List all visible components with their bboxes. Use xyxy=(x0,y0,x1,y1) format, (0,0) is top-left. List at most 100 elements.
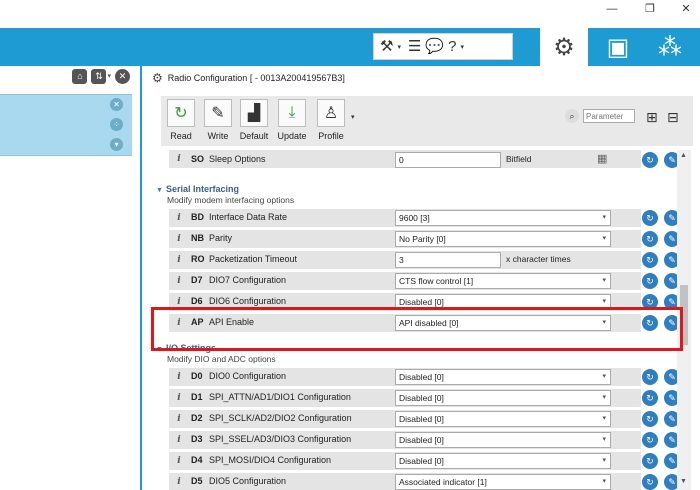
d4-select[interactable]: Disabled [0] ▾ xyxy=(395,453,611,469)
chevron-down-icon: ▾ xyxy=(602,214,606,221)
read-button[interactable]: ↻ Read xyxy=(164,99,198,141)
tools-icon[interactable]: ⚒ xyxy=(380,39,393,54)
info-icon[interactable]: i xyxy=(173,392,185,404)
chevron-down-icon[interactable]: ▾ xyxy=(110,138,123,151)
info-icon[interactable]: i xyxy=(173,434,185,446)
info-icon[interactable]: i xyxy=(173,476,185,488)
section-description: Modify DIO and ADC options xyxy=(167,354,276,364)
d5-value: Associated indicator [1] xyxy=(399,477,487,487)
scrollbar-thumb[interactable] xyxy=(680,285,688,345)
so-value: 0 xyxy=(399,155,404,165)
nb-select[interactable]: No Parity [0] ▾ xyxy=(395,231,611,247)
refresh-setting-icon[interactable]: ↻ xyxy=(642,390,658,406)
scroll-down-icon[interactable]: ▼ xyxy=(680,478,687,485)
network-icon[interactable]: ⁘ xyxy=(110,118,123,131)
d2-select[interactable]: Disabled [0] ▾ xyxy=(395,411,611,427)
d6-select[interactable]: Disabled [0] ▾ xyxy=(395,294,611,310)
refresh-setting-icon[interactable]: ↻ xyxy=(642,273,658,289)
person-icon: ♙ xyxy=(317,99,345,127)
info-icon[interactable]: i xyxy=(173,275,185,287)
default-button[interactable]: ▟ Default xyxy=(237,99,271,141)
info-icon[interactable]: i xyxy=(173,413,185,425)
refresh-setting-icon[interactable]: ↻ xyxy=(642,369,658,385)
refresh-setting-icon[interactable]: ↻ xyxy=(642,453,658,469)
setting-code: AP xyxy=(191,317,204,327)
collapse-triangle-icon[interactable]: ▼ xyxy=(156,346,163,353)
refresh-setting-icon[interactable]: ↻ xyxy=(642,294,658,310)
chevron-down-icon: ▾ xyxy=(602,235,606,242)
network-mode-button[interactable]: ⁂ xyxy=(646,28,694,66)
d1-select[interactable]: Disabled [0] ▾ xyxy=(395,390,611,406)
chevron-down-icon[interactable]: ▾ xyxy=(107,72,111,80)
collapse-triangle-icon[interactable]: ▼ xyxy=(156,187,163,194)
info-icon[interactable]: i xyxy=(173,254,185,266)
update-button[interactable]: ⤓ Update xyxy=(275,99,309,141)
discover-devices-icon[interactable]: ⌂ xyxy=(72,68,88,84)
close-button[interactable]: ✕ xyxy=(674,2,698,18)
refresh-setting-icon[interactable]: ↻ xyxy=(642,152,658,168)
info-icon[interactable]: i xyxy=(173,153,185,165)
d7-select[interactable]: CTS flow control [1] ▾ xyxy=(395,273,611,289)
refresh-setting-icon[interactable]: ↻ xyxy=(642,252,658,268)
ro-value-input[interactable]: 3 xyxy=(395,252,501,268)
refresh-setting-icon[interactable]: ↻ xyxy=(642,411,658,427)
write-button[interactable]: ✎ Write xyxy=(201,99,235,141)
ap-select[interactable]: API disabled [0] ▾ xyxy=(395,315,611,331)
d6-value: Disabled [0] xyxy=(399,297,444,307)
sort-icon[interactable]: ⇅ xyxy=(91,68,107,84)
console-list-icon[interactable]: ☰ xyxy=(408,39,421,54)
chat-icon[interactable]: 💬 xyxy=(425,39,444,54)
ro-value: 3 xyxy=(399,255,404,265)
so-value-input[interactable]: 0 xyxy=(395,152,501,168)
setting-name: Parity xyxy=(209,233,233,243)
write-label: Write xyxy=(207,131,229,141)
setting-name: SPI_SCLK/AD2/DIO2 Configuration xyxy=(209,413,352,423)
collapse-all-icon[interactable]: ⊟ xyxy=(667,109,679,126)
refresh-setting-icon[interactable]: ↻ xyxy=(642,210,658,226)
chevron-down-icon: ▾ xyxy=(602,415,606,422)
info-icon[interactable]: i xyxy=(173,317,185,329)
section-title: Serial Interfacing xyxy=(165,184,239,194)
info-icon[interactable]: i xyxy=(173,212,185,224)
section-io-settings[interactable]: ▼ I/O Settings xyxy=(156,343,216,353)
setting-name: DIO6 Configuration xyxy=(209,296,287,306)
settings-list: i SO Sleep Options 0 Bitfield ▦ ▼ Serial … xyxy=(152,150,682,490)
chevron-down-icon: ▾ xyxy=(602,319,606,326)
refresh-setting-icon[interactable]: ↻ xyxy=(642,231,658,247)
refresh-setting-icon[interactable]: ↻ xyxy=(642,315,658,331)
info-icon[interactable]: i xyxy=(173,296,185,308)
info-icon[interactable]: i xyxy=(173,455,185,467)
search-input[interactable] xyxy=(583,109,635,123)
section-serial-interfacing[interactable]: ▼ Serial Interfacing xyxy=(156,184,239,194)
scroll-up-icon[interactable]: ▲ xyxy=(680,152,687,159)
parameter-search: ⌕ xyxy=(565,109,635,123)
refresh-setting-icon[interactable]: ↻ xyxy=(642,432,658,448)
setting-row-d5: i D5 DIO5 Configuration Associated indic… xyxy=(169,472,641,490)
chevron-down-icon[interactable]: ▾ xyxy=(351,113,355,121)
console-mode-button[interactable]: ▣ xyxy=(594,28,642,66)
minimize-button[interactable]: — xyxy=(600,2,624,18)
info-icon[interactable]: i xyxy=(173,233,185,245)
radio-module-card[interactable]: ✕ ⁘ ▾ xyxy=(0,94,132,156)
d3-select[interactable]: Disabled [0] ▾ xyxy=(395,432,611,448)
bd-select[interactable]: 9600 [3] ▾ xyxy=(395,210,611,226)
info-icon[interactable]: i xyxy=(173,371,185,383)
setting-row-bd: i BD Interface Data Rate 9600 [3] ▾ xyxy=(169,208,641,227)
remove-all-icon[interactable]: ✕ xyxy=(115,68,130,84)
expand-all-icon[interactable]: ⊞ xyxy=(646,109,658,126)
d5-select[interactable]: Associated indicator [1] ▾ xyxy=(395,474,611,490)
d0-select[interactable]: Disabled [0] ▾ xyxy=(395,369,611,385)
profile-button[interactable]: ♙ Profile xyxy=(314,99,348,141)
setting-code: RO xyxy=(191,254,205,264)
close-icon[interactable]: ✕ xyxy=(110,98,123,111)
section-title: I/O Settings xyxy=(165,343,216,353)
help-icon[interactable]: ? xyxy=(448,39,456,54)
pencil-icon: ✎ xyxy=(204,99,232,127)
refresh-setting-icon[interactable]: ↻ xyxy=(642,474,658,490)
restore-button[interactable]: ❐ xyxy=(638,2,662,18)
chevron-down-icon[interactable]: ▾ xyxy=(460,43,464,51)
vertical-scrollbar[interactable]: ▲ ▼ xyxy=(677,150,691,490)
configuration-mode-button[interactable]: ⚙ xyxy=(540,28,588,66)
chevron-down-icon[interactable]: ▾ xyxy=(397,43,401,51)
calculator-icon[interactable]: ▦ xyxy=(597,152,607,165)
